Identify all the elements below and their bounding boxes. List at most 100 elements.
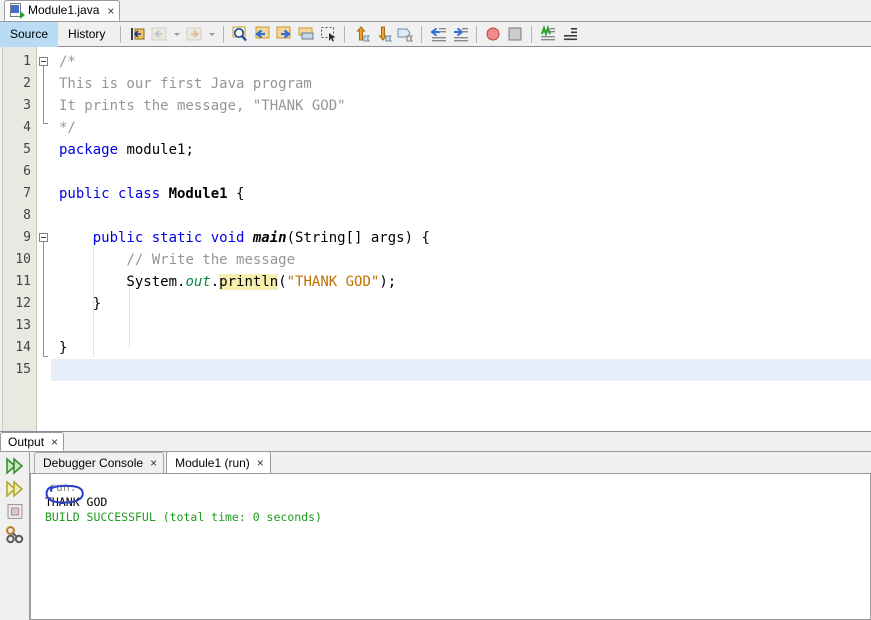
fold-line-main-method xyxy=(43,242,44,356)
rerun-icon[interactable] xyxy=(3,455,27,477)
line-number: 9 xyxy=(23,230,31,245)
tab-module1-run-close-icon[interactable]: × xyxy=(257,457,264,469)
code-token: } xyxy=(59,296,102,312)
line-number-gutter: 1 2 3 4 5 6 7 8 9 10 11 12 13 14 15 xyxy=(3,47,37,431)
code-token-highlighted: println xyxy=(219,274,279,290)
file-tab-module1-java[interactable]: Module1.java × xyxy=(4,0,121,21)
editor-toolbar: Source History xyxy=(0,21,871,47)
line-number: 14 xyxy=(15,340,31,355)
forward-dropdown-chevron-down-icon[interactable] xyxy=(206,24,217,44)
stop-process-icon[interactable] xyxy=(3,501,27,523)
code-token: out xyxy=(185,274,211,290)
code-token: public class xyxy=(59,186,169,202)
tab-source[interactable]: Source xyxy=(0,21,59,47)
toolbar-separator-3 xyxy=(344,25,346,43)
output-panel: Output × Debugger Console × Module1 (run… xyxy=(0,432,871,620)
toggle-rectangular-selection-icon[interactable] xyxy=(318,24,338,44)
code-line[interactable]: */ xyxy=(51,117,871,139)
code-folding-column[interactable] xyxy=(37,47,51,431)
code-line[interactable]: } xyxy=(51,337,871,359)
output-window-tab-label: Output xyxy=(8,434,45,449)
code-token: This is our first Java program xyxy=(59,76,312,92)
previous-bookmark-icon[interactable] xyxy=(351,24,371,44)
code-line[interactable]: System.out.println("THANK GOD"); xyxy=(51,271,871,293)
code-line[interactable]: // Write the message xyxy=(51,249,871,271)
netbeans-window: Module1.java × Source History 1 2 3 4 5 … xyxy=(0,0,871,620)
line-number: 2 xyxy=(23,76,31,91)
find-selection-magnifier-icon[interactable] xyxy=(230,24,250,44)
tab-module1-run[interactable]: Module1 (run) × xyxy=(166,451,271,473)
code-token: { xyxy=(227,186,245,202)
java-file-icon xyxy=(9,3,25,19)
fold-line-comment-block xyxy=(43,66,44,123)
inspect-members-icon[interactable] xyxy=(538,24,558,44)
toolbar-separator-6 xyxy=(531,25,533,43)
back-navigation-icon[interactable] xyxy=(149,24,169,44)
code-token: Module1 xyxy=(168,186,228,202)
line-number: 7 xyxy=(23,186,31,201)
toggle-highlight-search-icon[interactable] xyxy=(296,24,316,44)
tab-history-label: History xyxy=(68,27,106,41)
code-line-current[interactable] xyxy=(51,359,871,381)
source-history-tabs: Source History xyxy=(0,21,115,47)
shift-line-left-icon[interactable] xyxy=(428,24,448,44)
fold-foot-comment-block xyxy=(43,123,48,124)
output-body: Debugger Console × Module1 (run) × run: … xyxy=(0,451,871,620)
output-window-close-icon[interactable]: × xyxy=(51,436,58,448)
rerun-with-parameters-icon[interactable] xyxy=(3,478,27,500)
code-token: } xyxy=(59,340,68,356)
inspect-hierarchy-icon[interactable] xyxy=(560,24,580,44)
line-number: 3 xyxy=(23,98,31,113)
stop-button-icon[interactable] xyxy=(505,24,525,44)
code-line[interactable]: It prints the message, "THANK GOD" xyxy=(51,95,871,117)
code-line[interactable]: } xyxy=(51,293,871,315)
tab-source-label: Source xyxy=(10,27,49,41)
toggle-bookmark-icon[interactable] xyxy=(395,24,415,44)
line-number: 6 xyxy=(23,164,31,179)
code-line[interactable] xyxy=(51,315,871,337)
line-number: 1 xyxy=(23,54,31,69)
fold-foot-main-method xyxy=(43,356,48,357)
toggle-breakpoint-icon[interactable] xyxy=(483,24,503,44)
settings-wrench-icon[interactable] xyxy=(3,524,27,546)
line-number: 12 xyxy=(15,296,31,311)
fold-toggle-comment-block[interactable] xyxy=(39,57,48,66)
output-inner-tab-strip: Debugger Console × Module1 (run) × xyxy=(30,451,871,474)
file-tab-close-icon[interactable]: × xyxy=(107,5,114,17)
toolbar-separator-4 xyxy=(421,25,423,43)
output-window-tab[interactable]: Output × xyxy=(0,432,65,451)
code-line[interactable] xyxy=(51,205,871,227)
output-main: Debugger Console × Module1 (run) × run: … xyxy=(30,451,871,620)
fold-toggle-main-method[interactable] xyxy=(39,233,48,242)
code-editor[interactable]: 1 2 3 4 5 6 7 8 9 10 11 12 13 14 15 /* T… xyxy=(0,47,871,432)
tab-history[interactable]: History xyxy=(58,22,115,47)
shift-line-right-icon[interactable] xyxy=(450,24,470,44)
line-number: 13 xyxy=(15,318,31,333)
code-token: ( xyxy=(278,274,287,290)
last-edit-position-icon[interactable] xyxy=(127,24,147,44)
back-dropdown-chevron-down-icon[interactable] xyxy=(171,24,182,44)
code-token: /* xyxy=(59,54,76,70)
code-line[interactable]: package module1; xyxy=(51,139,871,161)
code-line[interactable]: public class Module1 { xyxy=(51,183,871,205)
code-token: public static void xyxy=(92,230,253,246)
code-line[interactable]: This is our first Java program xyxy=(51,73,871,95)
forward-navigation-icon[interactable] xyxy=(184,24,204,44)
code-line[interactable]: public static void main(String[] args) { xyxy=(51,227,871,249)
console-line-program-output: THANK GOD xyxy=(45,495,108,509)
line-number: 4 xyxy=(23,120,31,135)
editor-tab-strip: Module1.java × xyxy=(0,0,871,22)
tab-debugger-console[interactable]: Debugger Console × xyxy=(34,452,165,473)
toolbar-separator-1 xyxy=(120,25,122,43)
code-line[interactable]: /* xyxy=(51,51,871,73)
tab-debugger-console-close-icon[interactable]: × xyxy=(150,457,157,469)
code-token: "THANK GOD" xyxy=(286,274,380,290)
code-line[interactable] xyxy=(51,161,871,183)
next-bookmark-icon[interactable] xyxy=(373,24,393,44)
find-next-icon[interactable] xyxy=(274,24,294,44)
console-output[interactable]: run: THANK GOD BUILD SUCCESSFUL (total t… xyxy=(30,474,871,620)
code-text-area[interactable]: /* This is our first Java program It pri… xyxy=(51,47,871,431)
find-previous-icon[interactable] xyxy=(252,24,272,44)
